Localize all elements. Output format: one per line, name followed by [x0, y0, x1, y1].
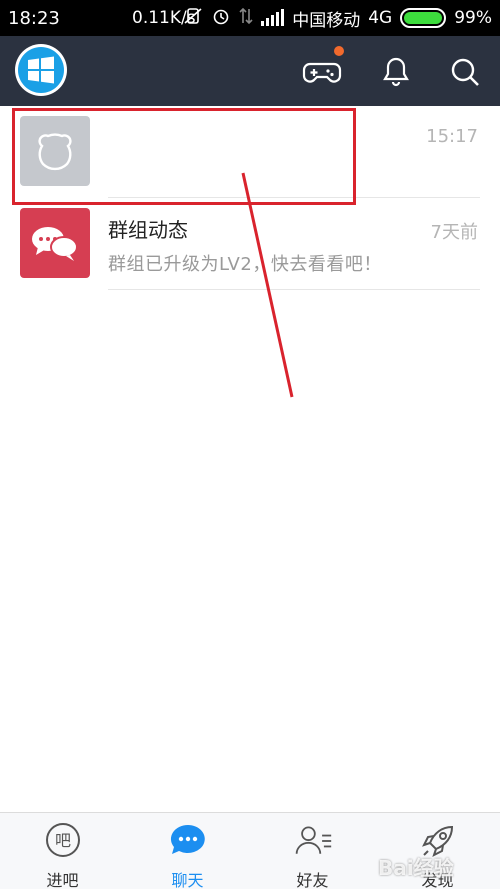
- chat-preview: 群组已升级为LV2，快去看看吧！: [108, 254, 382, 275]
- bell-icon[interactable]: [376, 52, 416, 92]
- chat-row[interactable]: 15:17: [0, 106, 500, 198]
- nav-item-friends[interactable]: 好友: [250, 813, 375, 889]
- carrier-name: 中国移动: [292, 10, 361, 31]
- nav-label: 进吧: [46, 871, 79, 889]
- chat-row[interactable]: 群组动态 群组已升级为LV2，快去看看吧！ 7天前: [0, 198, 500, 290]
- default-avatar-icon: [20, 116, 90, 186]
- profile-avatar[interactable]: [15, 44, 67, 96]
- message-dots-icon: [168, 821, 208, 861]
- battery-icon: [400, 8, 447, 28]
- signal-icon: [261, 9, 285, 26]
- nav-item-chat[interactable]: 聊天: [125, 813, 250, 889]
- alarm-icon: [211, 7, 231, 29]
- contacts-icon: [293, 821, 333, 861]
- chat-name: 群组动态: [108, 218, 188, 242]
- row-divider: [108, 289, 480, 290]
- nav-label: 聊天: [171, 871, 204, 889]
- status-right: 中国移动 4G 99%: [183, 6, 492, 31]
- app-header: [0, 36, 500, 106]
- search-icon[interactable]: [445, 52, 485, 92]
- chat-list: 15:17 群组动态 群组已升级为LV2，快去看看吧！ 7天前: [0, 106, 500, 290]
- notification-dot: [334, 46, 344, 56]
- group-chat-icon: [20, 208, 90, 278]
- status-speed: 0.11K/s: [132, 8, 196, 28]
- nav-label: 好友: [296, 871, 329, 889]
- network-type: 4G: [368, 8, 393, 28]
- chat-bubble-icon: 吧: [43, 821, 83, 861]
- status-time: 18:23: [8, 7, 60, 29]
- nav-item-jinba[interactable]: 吧 进吧: [0, 813, 125, 889]
- nav-bubble-text: 吧: [54, 831, 70, 850]
- chat-time: 15:17: [426, 126, 478, 147]
- data-transfer-icon: [239, 7, 253, 29]
- gamepad-icon[interactable]: [302, 52, 342, 92]
- windows-logo-icon: [18, 47, 64, 93]
- watermark: Bai经验: [378, 856, 454, 880]
- chat-time: 7天前: [430, 222, 478, 243]
- battery-level: 99%: [454, 8, 492, 28]
- status-bar: 18:23 0.11K/s 中国移动 4G 99%: [0, 0, 500, 36]
